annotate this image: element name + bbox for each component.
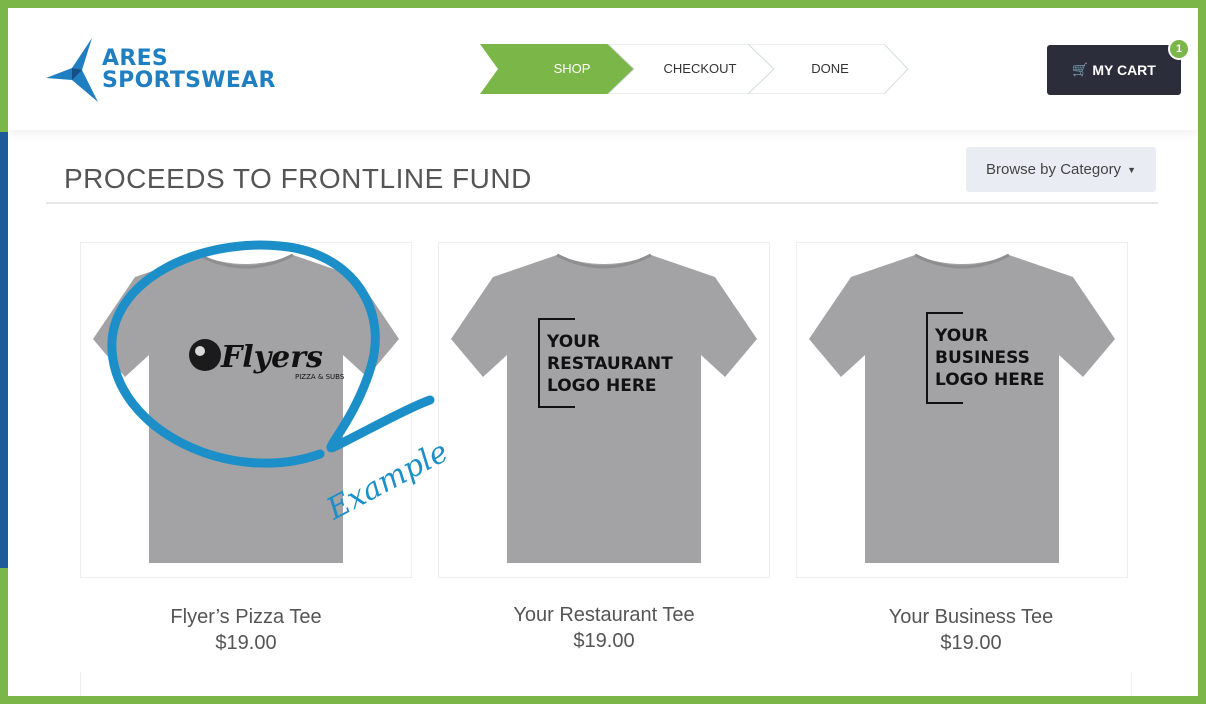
page-title: PROCEEDS TO FRONTLINE FUND	[64, 163, 532, 194]
product-name[interactable]: Your Restaurant Tee	[438, 604, 770, 627]
product-name[interactable]: Your Business Tee	[796, 606, 1146, 629]
product-price: $19.00	[573, 630, 635, 652]
product-card-business[interactable]: YOUR BUSINESS LOGO HERE	[796, 242, 1128, 578]
cart-label: MY CART	[1092, 62, 1156, 78]
placeholder-line-2: RESTAURANT	[547, 354, 673, 374]
example-annotation: Example	[107, 240, 454, 528]
product-price: $19.00	[940, 632, 1002, 654]
placeholder-line-3: LOGO HERE	[935, 370, 1045, 390]
brand-line-1: ARES	[102, 46, 169, 71]
brand-name: ARES SPORTSWEAR	[102, 48, 276, 92]
caret-down-icon: ▼	[1127, 164, 1136, 175]
title-divider	[46, 202, 1158, 204]
step-shop[interactable]: SHOP	[536, 44, 608, 94]
product-card-restaurant[interactable]: YOUR RESTAURANT LOGO HERE	[438, 242, 770, 578]
brand-line-2: SPORTSWEAR	[102, 68, 276, 93]
step-done[interactable]: DONE	[790, 44, 870, 94]
browse-category-dropdown[interactable]: Browse by Category ▼	[966, 147, 1156, 192]
browse-label: Browse by Category	[986, 161, 1122, 178]
next-row-card-edge	[80, 672, 1132, 696]
site-header: ARES SPORTSWEAR SHOP CHECKOUT DONE 🛒 MY …	[8, 8, 1198, 130]
checkout-steps: SHOP CHECKOUT DONE	[480, 44, 910, 94]
step-checkout[interactable]: CHECKOUT	[650, 44, 750, 94]
my-cart-button[interactable]: 🛒 MY CART	[1047, 45, 1181, 95]
shopping-cart-icon: 🛒	[1072, 62, 1089, 77]
product-price: $19.00	[215, 632, 277, 654]
placeholder-line-1: YOUR	[546, 332, 600, 352]
side-strip	[0, 132, 8, 568]
tshirt-image: YOUR RESTAURANT LOGO HERE	[451, 253, 757, 563]
placeholder-line-1: YOUR	[934, 326, 988, 346]
star-logo-icon	[46, 38, 98, 102]
brand-logo[interactable]: ARES SPORTSWEAR	[46, 38, 276, 102]
product-name[interactable]: Flyer’s Pizza Tee	[80, 606, 412, 629]
tshirt-image: YOUR BUSINESS LOGO HERE	[809, 253, 1115, 563]
placeholder-line-3: LOGO HERE	[547, 376, 657, 396]
placeholder-line-2: BUSINESS	[935, 348, 1030, 368]
cart-count-badge: 1	[1168, 38, 1190, 60]
